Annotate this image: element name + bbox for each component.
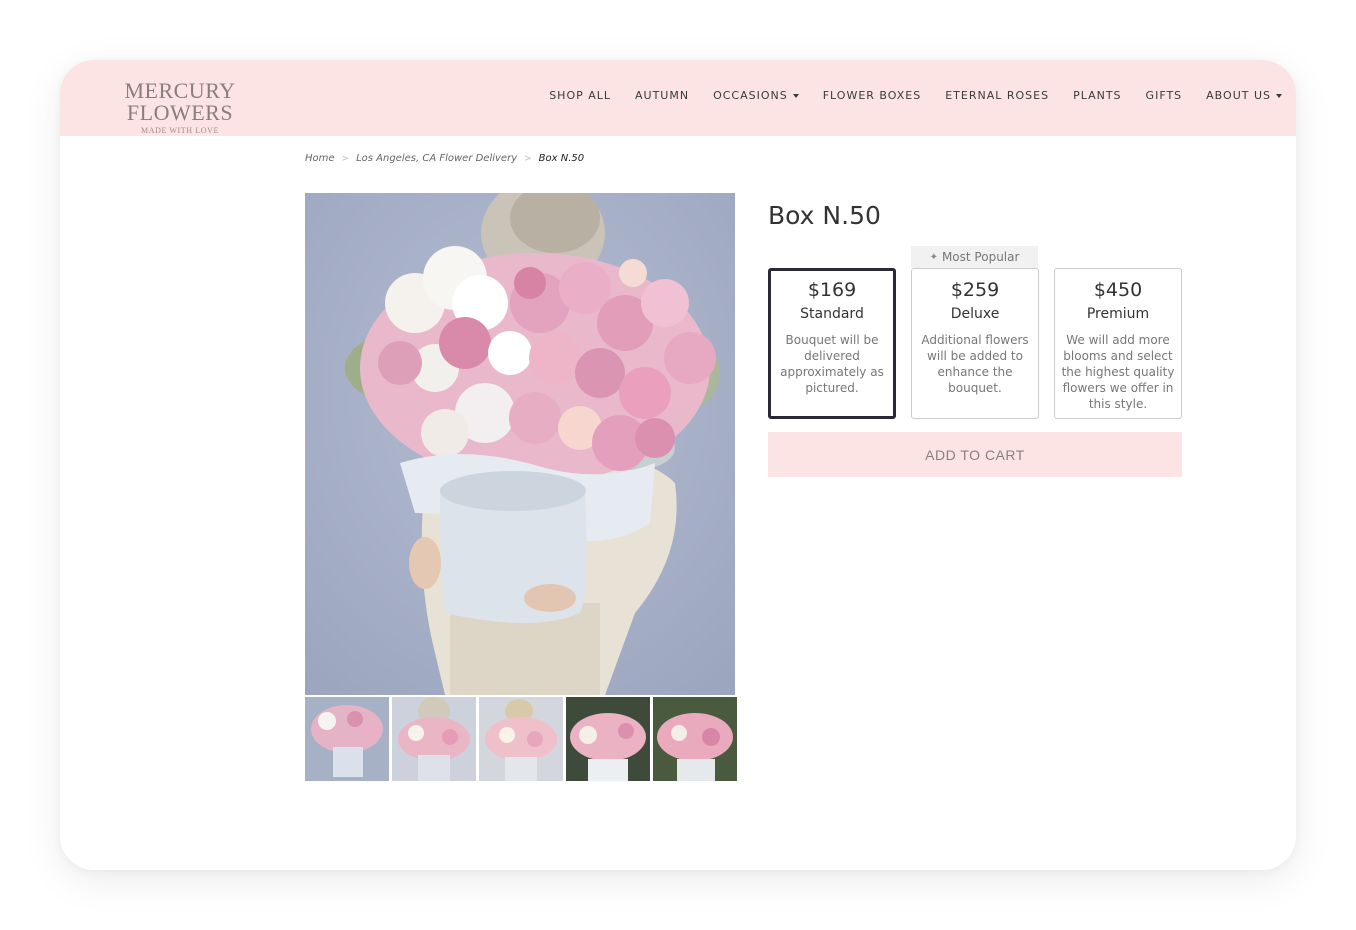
option-premium[interactable]: $450 Premium We will add more blooms and…	[1054, 268, 1182, 419]
site-header: MERCURY FLOWERS MADE WITH LOVE SHOP ALL …	[60, 60, 1296, 136]
nav-label: PLANTS	[1073, 89, 1122, 102]
logo[interactable]: MERCURY FLOWERS MADE WITH LOVE	[70, 78, 290, 136]
option-price: $450	[1093, 279, 1143, 301]
logo-name: MERCURY FLOWERS	[124, 78, 236, 125]
nav-item-eternal-roses[interactable]: ETERNAL ROSES	[945, 89, 1049, 102]
thumbnail-image	[479, 697, 563, 781]
nav-label: ABOUT US	[1206, 89, 1271, 102]
breadcrumb-separator: >	[341, 153, 350, 164]
most-popular-badge: ✦ Most Popular	[911, 246, 1038, 268]
breadcrumb: Home > Los Angeles, CA Flower Delivery >…	[305, 153, 584, 164]
nav-item-about-us[interactable]: ABOUT US	[1206, 89, 1282, 102]
breadcrumb-category[interactable]: Los Angeles, CA Flower Delivery	[356, 153, 517, 164]
main-product-image[interactable]	[305, 193, 735, 695]
bouquet-photo	[305, 193, 735, 695]
option-name: Premium	[1086, 306, 1150, 322]
nav-label: AUTUMN	[635, 89, 690, 102]
thumbnail-2[interactable]	[392, 697, 476, 781]
option-name: Deluxe	[950, 306, 1000, 322]
thumbnail-image	[566, 697, 650, 781]
breadcrumb-separator: >	[524, 153, 532, 164]
option-description: We will add more blooms and select the h…	[1061, 333, 1175, 411]
thumbnail-image	[653, 697, 737, 781]
nav-label: GIFTS	[1145, 89, 1183, 102]
nav-item-shop-all[interactable]: SHOP ALL	[549, 89, 611, 102]
nav-label: SHOP ALL	[549, 89, 612, 102]
nav-label: OCCASIONS	[713, 89, 788, 102]
option-price: $259	[950, 279, 1000, 301]
breadcrumb-current: Box N.50	[538, 153, 585, 164]
nav-item-occasions[interactable]: OCCASIONS	[713, 89, 799, 102]
product-title: Box N.50	[768, 201, 881, 230]
price-options: $169 Standard Bouquet will be delivered …	[768, 268, 1182, 419]
thumbnail-3[interactable]	[479, 697, 563, 781]
main-nav: SHOP ALL AUTUMN OCCASIONS FLOWER BOXES E…	[549, 89, 1282, 102]
nav-item-gifts[interactable]: GIFTS	[1146, 89, 1183, 102]
browser-frame: MERCURY FLOWERS MADE WITH LOVE SHOP ALL …	[60, 60, 1296, 870]
breadcrumb-home[interactable]: Home	[305, 153, 335, 164]
most-popular-label: Most Popular	[941, 250, 1020, 264]
option-name: Standard	[800, 306, 864, 322]
option-price: $169	[807, 279, 857, 301]
nav-item-plants[interactable]: PLANTS	[1073, 89, 1121, 102]
nav-item-flower-boxes[interactable]: FLOWER BOXES	[823, 89, 921, 102]
nav-label: ETERNAL ROSES	[945, 89, 1050, 102]
thumbnail-image	[305, 697, 389, 781]
nav-item-autumn[interactable]: AUTUMN	[635, 89, 689, 102]
add-to-cart-button[interactable]: ADD TO CART	[768, 432, 1182, 477]
nav-label: FLOWER BOXES	[822, 89, 922, 102]
sparkle-icon: ✦	[929, 251, 938, 263]
option-description: Additional flowers will be added to enha…	[921, 333, 1029, 395]
thumbnail-strip	[305, 697, 737, 781]
thumbnail-image	[392, 697, 476, 781]
caret-down-icon	[792, 93, 799, 98]
logo-tagline: MADE WITH LOVE	[140, 126, 220, 135]
thumbnail-5[interactable]	[653, 697, 737, 781]
thumbnail-1[interactable]	[305, 697, 389, 781]
option-standard[interactable]: $169 Standard Bouquet will be delivered …	[768, 268, 896, 419]
caret-down-icon	[1276, 93, 1282, 98]
option-description: Bouquet will be delivered approximately …	[780, 333, 884, 395]
thumbnail-4[interactable]	[566, 697, 650, 781]
option-deluxe[interactable]: $259 Deluxe Additional flowers will be a…	[911, 268, 1039, 419]
